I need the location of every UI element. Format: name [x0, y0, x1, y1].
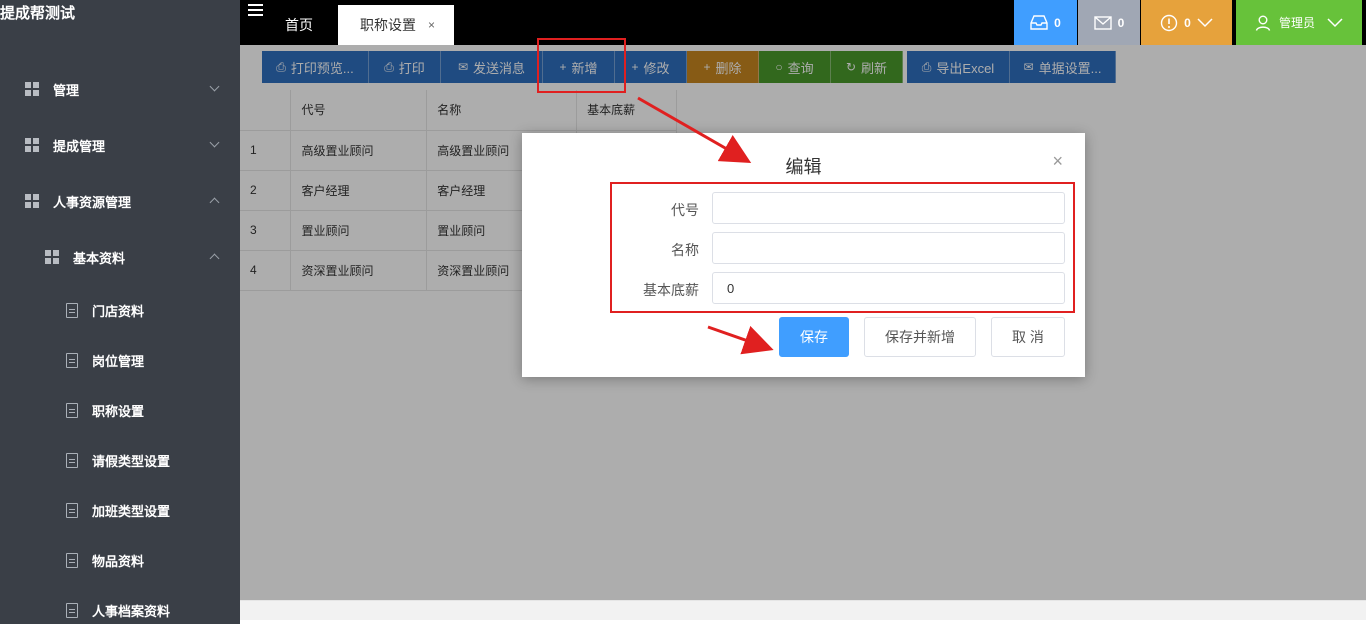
annotation-arrow-to-save	[707, 325, 774, 355]
annotation-arrows	[637, 96, 774, 355]
annotation-arrow-to-dialog	[637, 96, 752, 163]
